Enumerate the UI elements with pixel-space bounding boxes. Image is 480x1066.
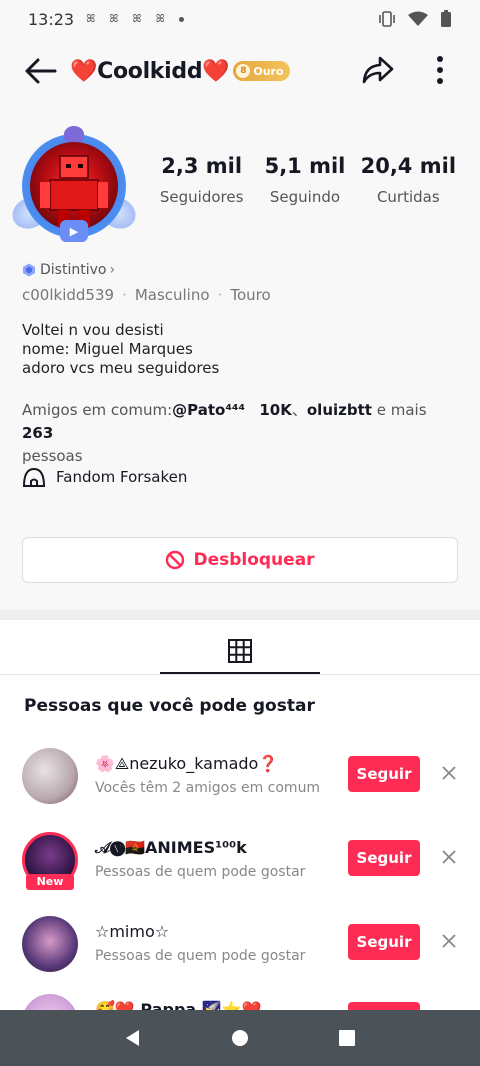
separator: · [217, 286, 223, 304]
grid-icon [228, 639, 252, 663]
zodiac-sign: Touro [230, 286, 271, 304]
more-vertical-icon [437, 56, 443, 84]
fandom-link[interactable]: Fandom Forsaken [22, 466, 187, 488]
profile-title: ❤️Coolkidd❤️ 8 Ouro [70, 59, 290, 84]
likes-stat[interactable]: 20,4 mil Curtidas [357, 154, 460, 206]
home-circle-icon[interactable] [230, 1028, 250, 1048]
mutual-friend: @Pato⁴⁴⁴ [172, 401, 246, 419]
bio-line: nome: Miguel Marques [22, 340, 193, 358]
following-stat[interactable]: 5,1 mil Seguindo [253, 154, 356, 206]
recents-square-icon[interactable] [337, 1028, 357, 1048]
following-label: Seguindo [269, 188, 341, 206]
more-notifications-dot-icon [178, 16, 184, 22]
follow-button[interactable]: Seguir [348, 840, 420, 876]
status-time: 13:23 [28, 9, 75, 29]
suggestion-name: ☆mimo☆ [95, 922, 170, 941]
suggestion-reason: Pessoas de quem pode gostar [95, 948, 306, 964]
battery-icon [441, 10, 451, 27]
new-badge: New [26, 874, 74, 890]
wifi-icon [408, 11, 428, 26]
tab-videos-grid[interactable] [160, 628, 320, 674]
likes-label: Curtidas [376, 188, 440, 206]
suggestion-item[interactable]: New 𝒜🅥🇦🇴ANIMES¹⁰⁰k Pessoas de quem pode … [0, 832, 480, 896]
profile-meta: c00lkidd539 · Masculino · Touro [22, 286, 271, 304]
unblock-label: Desbloquear [193, 550, 315, 570]
mutual-friend: oluizbtt [306, 401, 372, 419]
likes-count: 20,4 mil [360, 154, 457, 178]
gender: Masculino [134, 286, 210, 304]
suggestion-reason: Vocês têm 2 amigos em comum [95, 780, 321, 796]
vibrate-icon [379, 11, 395, 27]
back-triangle-icon[interactable] [123, 1028, 143, 1048]
suggestion-avatar[interactable] [22, 748, 78, 804]
suggestion-avatar[interactable] [22, 916, 78, 972]
suggestions-title: Pessoas que você pode gostar [24, 696, 315, 716]
suggestion-name: 𝒜🅥🇦🇴ANIMES¹⁰⁰k [95, 838, 247, 857]
suggestion-name: 🌸⟁nezuko_kamado❓ [95, 754, 279, 773]
coin-icon: 8 [236, 64, 251, 78]
section-divider [0, 610, 480, 620]
bio-line: adoro vcs meu seguidores [22, 359, 220, 377]
unblock-button[interactable]: Desbloquear [22, 537, 458, 583]
close-icon [442, 766, 456, 780]
badge-label: Ouro [253, 64, 284, 78]
profile-avatar[interactable]: ▶ [7, 124, 141, 248]
close-icon [442, 934, 456, 948]
notification-icon: ꕤ [132, 12, 142, 25]
mutual-friends[interactable]: Amigos em comum:@Pato⁴⁴⁴ 10K、oluizbtt e … [22, 399, 462, 468]
fandom-label: Fandom Forsaken [56, 468, 188, 486]
dismiss-button[interactable] [436, 760, 462, 786]
tab-divider [0, 674, 480, 675]
dismiss-button[interactable] [436, 844, 462, 870]
ouro-badge[interactable]: 8 Ouro [233, 61, 290, 81]
status-bar: 13:23 ꕤ ꕤ ꕤ ꕤ [0, 0, 480, 38]
system-nav-bar [0, 1010, 480, 1066]
notification-icon: ꕤ [109, 12, 119, 25]
follow-button[interactable]: Seguir [348, 924, 420, 960]
mutual-friends-more: e mais [371, 401, 427, 419]
arrow-left-icon [25, 58, 57, 84]
badge-link-label: Distintivo [40, 262, 107, 278]
followers-label: Seguidores [159, 188, 244, 206]
back-button[interactable] [20, 51, 60, 91]
profile-stats: 2,3 mil Seguidores 5,1 mil Seguindo 20,4… [150, 154, 460, 206]
bio-line: Voltei n vou desisti [22, 321, 164, 339]
mutual-friends-prefix: Amigos em comum: [22, 401, 173, 419]
share-arrow-icon [362, 56, 394, 84]
close-icon [442, 850, 456, 864]
mutual-friend: 10K [259, 401, 292, 419]
play-icon: ▶ [60, 220, 88, 242]
more-options-button[interactable] [420, 50, 460, 90]
profile-bio: Voltei n vou desisti nome: Miguel Marque… [22, 321, 219, 378]
suggestion-item[interactable]: 🌸⟁nezuko_kamado❓ Vocês têm 2 amigos em c… [0, 748, 480, 812]
mutual-friends-suffix: pessoas [22, 447, 83, 465]
following-count: 5,1 mil [264, 154, 346, 178]
suggestion-reason: Pessoas de quem pode gostar [95, 864, 306, 880]
red-figure-icon [40, 155, 108, 228]
notification-icon: ꕤ [155, 12, 165, 25]
avatar-image [30, 142, 118, 230]
avatar-frame-crest [64, 126, 84, 142]
mutual-friend-separator: 、 [291, 401, 307, 419]
chevron-right-icon: › [109, 262, 116, 278]
username: c00lkidd539 [22, 286, 115, 304]
hexagon-badge-icon [23, 263, 35, 277]
mutual-friends-count: 263 [22, 424, 54, 442]
separator: · [122, 286, 127, 304]
followers-stat[interactable]: 2,3 mil Seguidores [150, 154, 253, 206]
profile-header: ❤️Coolkidd❤️ 8 Ouro [0, 42, 480, 100]
block-icon [166, 550, 185, 570]
notification-icons: ꕤ ꕤ ꕤ ꕤ [86, 12, 184, 26]
follow-button[interactable]: Seguir [348, 756, 420, 792]
igloo-icon [22, 467, 46, 487]
badge-link[interactable]: Distintivo › [22, 262, 115, 278]
notification-icon: ꕤ [86, 12, 96, 25]
suggestion-item[interactable]: ☆mimo☆ Pessoas de quem pode gostar Segui… [0, 916, 480, 980]
profile-name: ❤️Coolkidd❤️ [70, 58, 230, 84]
share-button[interactable] [358, 50, 398, 90]
followers-count: 2,3 mil [161, 154, 243, 178]
dismiss-button[interactable] [436, 928, 462, 954]
content-area: Pessoas que você pode gostar 🌸⟁nezuko_ka… [0, 620, 480, 1066]
